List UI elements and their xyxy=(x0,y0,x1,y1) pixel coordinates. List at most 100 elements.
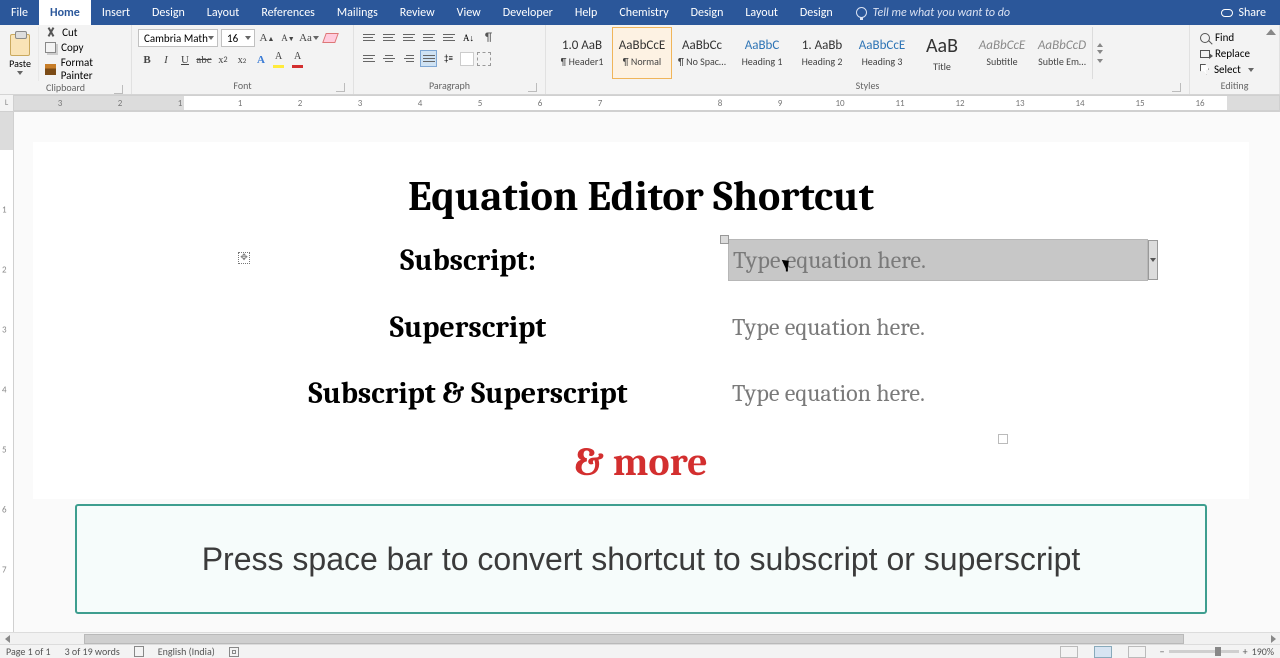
italic-button[interactable]: I xyxy=(157,51,175,69)
style--normal[interactable]: AaBbCcE¶ Normal xyxy=(612,27,672,79)
read-mode-button[interactable] xyxy=(1060,646,1078,658)
tab-design[interactable]: Design xyxy=(789,0,844,25)
styles-more-button[interactable] xyxy=(1092,27,1106,79)
equation-placeholder[interactable]: Type equation here. xyxy=(728,239,1148,281)
superscript-button[interactable]: x2 xyxy=(233,51,251,69)
align-left-button[interactable] xyxy=(360,50,377,67)
dialog-launcher-icon[interactable] xyxy=(528,83,537,92)
tab-review[interactable]: Review xyxy=(389,0,446,25)
font-name-combo[interactable]: Cambria Math xyxy=(138,29,218,47)
paste-button[interactable]: Paste xyxy=(6,27,39,81)
bullets-button[interactable] xyxy=(360,29,377,46)
change-case-button[interactable]: Aa xyxy=(300,29,318,47)
tab-references[interactable]: References xyxy=(250,0,326,25)
tab-selector[interactable]: L xyxy=(0,95,14,111)
tab-insert[interactable]: Insert xyxy=(91,0,141,25)
style-subtitle[interactable]: AaBbCcESubtitle xyxy=(972,27,1032,79)
cut-button[interactable]: Cut xyxy=(45,26,125,39)
show-marks-button[interactable]: ¶ xyxy=(480,29,497,46)
borders-button[interactable] xyxy=(477,52,491,66)
table-anchor-icon[interactable]: ✥ xyxy=(238,252,250,264)
table-resize-handle[interactable] xyxy=(998,434,1008,444)
zoom-in-button[interactable]: + xyxy=(1243,645,1248,658)
web-layout-button[interactable] xyxy=(1128,646,1146,658)
clear-formatting-button[interactable] xyxy=(321,29,339,47)
equation-move-handle[interactable] xyxy=(720,235,729,244)
scrollbar-track[interactable] xyxy=(14,633,1266,645)
zoom-slider[interactable]: − + 190% xyxy=(1160,645,1274,658)
style-preview: AaBbCcE xyxy=(619,38,665,53)
shading-button[interactable] xyxy=(460,52,474,66)
increase-indent-button[interactable] xyxy=(440,29,457,46)
multilevel-list-button[interactable] xyxy=(400,29,417,46)
align-center-button[interactable] xyxy=(380,50,397,67)
zoom-out-button[interactable]: − xyxy=(1160,645,1165,658)
copy-button[interactable]: Copy xyxy=(45,41,125,54)
tab-design[interactable]: Design xyxy=(141,0,196,25)
select-button[interactable]: Select xyxy=(1200,63,1269,76)
tab-home[interactable]: Home xyxy=(39,0,91,25)
macro-record-icon[interactable] xyxy=(229,647,239,657)
grow-font-button[interactable]: A▲ xyxy=(258,29,276,47)
font-size-combo[interactable]: 16 xyxy=(221,29,255,47)
underline-button[interactable]: U xyxy=(176,51,194,69)
highlight-color-button[interactable] xyxy=(271,51,289,69)
equation-options-button[interactable] xyxy=(1148,240,1158,280)
style-name: Heading 2 xyxy=(802,55,843,68)
justify-button[interactable] xyxy=(420,50,437,67)
tab-design[interactable]: Design xyxy=(680,0,735,25)
style-title[interactable]: AaBTitle xyxy=(912,27,972,79)
text-effects-button[interactable]: A xyxy=(252,51,270,69)
sort-button[interactable]: A↓ xyxy=(460,29,477,46)
zoom-value[interactable]: 190% xyxy=(1252,645,1274,658)
print-layout-button[interactable] xyxy=(1094,646,1112,658)
status-word-count[interactable]: 3 of 19 words xyxy=(65,645,120,658)
tab-layout[interactable]: Layout xyxy=(196,0,251,25)
share-button[interactable]: Share xyxy=(1207,0,1280,25)
decrease-indent-button[interactable] xyxy=(420,29,437,46)
shrink-font-button[interactable]: A▼ xyxy=(279,29,297,47)
horizontal-scrollbar[interactable] xyxy=(0,632,1280,644)
bold-button[interactable]: B xyxy=(138,51,156,69)
dialog-launcher-icon[interactable] xyxy=(114,85,123,94)
status-page[interactable]: Page 1 of 1 xyxy=(6,645,51,658)
align-right-button[interactable] xyxy=(400,50,417,67)
scrollbar-thumb[interactable] xyxy=(84,634,1184,644)
tab-help[interactable]: Help xyxy=(564,0,609,25)
equation-placeholder[interactable]: Type equation here. xyxy=(728,373,1148,413)
dialog-launcher-icon[interactable] xyxy=(1172,83,1181,92)
collapse-ribbon-button[interactable] xyxy=(1266,29,1276,35)
font-color-button[interactable] xyxy=(290,51,308,69)
dialog-launcher-icon[interactable] xyxy=(336,83,345,92)
equation-placeholder[interactable]: Type equation here. xyxy=(728,307,1148,347)
tab-developer[interactable]: Developer xyxy=(492,0,564,25)
line-spacing-button[interactable]: ‡≡ xyxy=(440,50,457,67)
search-icon xyxy=(1200,33,1210,43)
replace-button[interactable]: Replace xyxy=(1200,47,1269,60)
tab-view[interactable]: View xyxy=(446,0,492,25)
status-language[interactable]: English (India) xyxy=(158,645,215,658)
find-button[interactable]: Find xyxy=(1200,31,1269,44)
style-heading-2[interactable]: 1. AaBbHeading 2 xyxy=(792,27,852,79)
subscript-button[interactable]: x2 xyxy=(214,51,232,69)
scroll-left-button[interactable] xyxy=(0,633,14,645)
style--header1[interactable]: 1.0 AaB¶ Header1 xyxy=(552,27,612,79)
style-subtle-em-[interactable]: AaBbCcDSubtle Em… xyxy=(1032,27,1092,79)
scissors-icon xyxy=(45,27,57,39)
strikethrough-button[interactable]: abc xyxy=(195,51,213,69)
tab-file[interactable]: File xyxy=(0,0,39,25)
style-heading-3[interactable]: AaBbCcEHeading 3 xyxy=(852,27,912,79)
style--no-spac-[interactable]: AaBbCc¶ No Spac… xyxy=(672,27,732,79)
tab-layout[interactable]: Layout xyxy=(734,0,789,25)
scroll-right-button[interactable] xyxy=(1266,633,1280,645)
format-painter-button[interactable]: Format Painter xyxy=(45,56,125,82)
spellcheck-icon[interactable] xyxy=(134,646,144,657)
tab-chemistry[interactable]: Chemistry xyxy=(608,0,679,25)
tell-me-search[interactable]: Tell me what you want to do xyxy=(844,0,1022,25)
horizontal-ruler[interactable]: L 32112345678910111213141516 xyxy=(0,95,1280,112)
style-heading-1[interactable]: AaBbCHeading 1 xyxy=(732,27,792,79)
document-viewport[interactable]: Equation Editor Shortcut ✥ Subscript:Typ… xyxy=(14,112,1280,632)
numbering-button[interactable] xyxy=(380,29,397,46)
tab-mailings[interactable]: Mailings xyxy=(326,0,389,25)
vertical-ruler[interactable]: 1234567 xyxy=(0,112,14,632)
